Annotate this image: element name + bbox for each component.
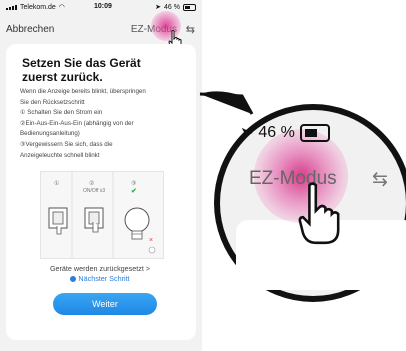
continue-button[interactable]: Weiter	[53, 293, 157, 315]
switch-and-bulb-icon: ×	[48, 172, 156, 258]
page-title: Setzen Sie das Gerät zuerst zurück.	[22, 56, 141, 84]
next-step-label: Nächster Schritt	[78, 274, 130, 283]
zoom-swap-arrows-icon: ⇆	[372, 169, 388, 190]
location-icon: ➤	[155, 4, 162, 11]
clock: 10:09	[94, 3, 112, 10]
zoom-hand-pointer-icon	[298, 182, 340, 245]
radio-selected-icon	[70, 276, 77, 282]
zoom-location-icon: ➤	[240, 125, 254, 142]
swap-arrows-icon[interactable]: ⇆	[186, 23, 195, 36]
signal-icon	[6, 4, 17, 10]
instructions-text: Wenn die Anzeige bereits blinkt, überspr…	[20, 88, 146, 159]
next-step-radio[interactable]: Nächster Schritt	[20, 274, 180, 283]
zoom-battery-icon	[299, 124, 330, 142]
reset-illustration: ① ② ③ ON/Off x3 ✔ ×	[40, 171, 164, 259]
svg-text:×: ×	[149, 237, 153, 244]
zoom-battery-percent: 46 %	[258, 124, 295, 141]
zoom-status: ➤ 46 %	[240, 123, 330, 143]
reset-link[interactable]: Geräte werden zurückgesetzt >	[20, 264, 180, 273]
carrier-label: Telekom.de	[20, 3, 56, 11]
battery-percent: 46 %	[164, 3, 180, 11]
wifi-icon: ◠	[58, 4, 65, 11]
cancel-button[interactable]: Abbrechen	[6, 24, 54, 35]
battery-icon	[183, 3, 196, 11]
